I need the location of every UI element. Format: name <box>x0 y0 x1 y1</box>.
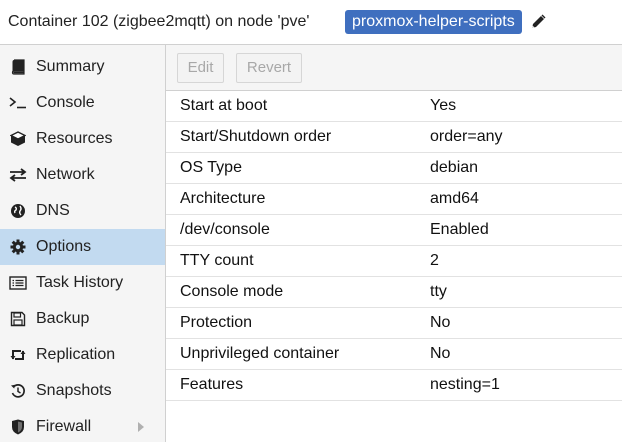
page-header: Container 102 (zigbee2mqtt) on node 'pve… <box>0 0 622 45</box>
shield-icon <box>9 419 27 435</box>
book-icon <box>9 59 27 75</box>
expand-arrow-icon[interactable] <box>138 422 144 432</box>
revert-button[interactable]: Revert <box>236 53 302 83</box>
option-value: Enabled <box>430 221 489 238</box>
sidebar-item-console[interactable]: Console <box>0 85 165 121</box>
option-value: amd64 <box>430 190 479 207</box>
option-row-features[interactable]: Features nesting=1 <box>166 370 622 401</box>
sidebar-item-snapshots[interactable]: Snapshots <box>0 373 165 409</box>
cube-icon <box>9 131 27 147</box>
toolbar: Edit Revert <box>166 45 622 91</box>
option-key: Unprivileged container <box>180 345 340 362</box>
gear-icon <box>9 239 27 255</box>
page-title: Container 102 (zigbee2mqtt) on node 'pve… <box>8 13 310 30</box>
option-value: nesting=1 <box>430 376 500 393</box>
option-value: No <box>430 345 451 362</box>
option-row-dev-console[interactable]: /dev/console Enabled <box>166 215 622 246</box>
sidebar-item-label: Replication <box>36 346 116 363</box>
sidebar-item-firewall[interactable]: Firewall <box>0 409 165 442</box>
sidebar-item-label: DNS <box>36 202 70 219</box>
history-icon <box>9 383 27 399</box>
sidebar-item-replication[interactable]: Replication <box>0 337 165 373</box>
option-value: No <box>430 314 451 331</box>
option-key: TTY count <box>180 252 254 269</box>
option-value: Yes <box>430 97 457 114</box>
pencil-icon[interactable] <box>529 13 547 31</box>
option-row-start-shutdown-order[interactable]: Start/Shutdown order order=any <box>166 122 622 153</box>
sidebar-item-resources[interactable]: Resources <box>0 121 165 157</box>
sidebar-item-label: Firewall <box>36 418 92 435</box>
list-icon <box>9 275 27 291</box>
sidebar-item-backup[interactable]: Backup <box>0 301 165 337</box>
sidebar-item-network[interactable]: Network <box>0 157 165 193</box>
sidebar-item-label: Summary <box>36 58 105 75</box>
floppy-disk-icon <box>9 311 27 327</box>
tag-badge[interactable]: proxmox-helper-scripts <box>345 10 522 34</box>
exchange-icon <box>9 167 27 183</box>
option-key: Start/Shutdown order <box>180 128 332 145</box>
option-value: order=any <box>430 128 503 145</box>
terminal-icon <box>9 95 27 111</box>
option-value: 2 <box>430 252 439 269</box>
option-key: OS Type <box>180 159 242 176</box>
sidebar-item-label: Options <box>36 238 92 255</box>
sidebar-item-label: Backup <box>36 310 90 327</box>
option-key: /dev/console <box>180 221 270 238</box>
sidebar-item-summary[interactable]: Summary <box>0 49 165 85</box>
option-value: tty <box>430 283 447 300</box>
option-row-console-mode[interactable]: Console mode tty <box>166 277 622 308</box>
option-key: Features <box>180 376 244 393</box>
option-key: Protection <box>180 314 253 331</box>
edit-button[interactable]: Edit <box>177 53 224 83</box>
globe-icon <box>9 203 27 219</box>
sidebar-item-label: Console <box>36 94 95 111</box>
option-row-architecture[interactable]: Architecture amd64 <box>166 184 622 215</box>
sidebar-item-label: Resources <box>36 130 113 147</box>
sidebar-item-options[interactable]: Options <box>0 229 165 265</box>
option-row-tty-count[interactable]: TTY count 2 <box>166 246 622 277</box>
sidebar-item-task-history[interactable]: Task History <box>0 265 165 301</box>
sidebar-item-label: Snapshots <box>36 382 112 399</box>
sidebar-item-label: Task History <box>36 274 124 291</box>
option-row-unprivileged-container[interactable]: Unprivileged container No <box>166 339 622 370</box>
sidebar-item-label: Network <box>36 166 95 183</box>
retweet-icon <box>9 347 27 363</box>
sidebar-item-dns[interactable]: DNS <box>0 193 165 229</box>
option-key: Start at boot <box>180 97 268 114</box>
option-value: debian <box>430 159 479 176</box>
sidebar: Summary Console Resources Network DNS Op… <box>0 45 166 442</box>
option-key: Console mode <box>180 283 284 300</box>
options-panel: Edit Revert Start at boot Yes Start/Shut… <box>166 45 622 442</box>
option-row-os-type[interactable]: OS Type debian <box>166 153 622 184</box>
options-grid: Start at boot Yes Start/Shutdown order o… <box>166 91 622 401</box>
option-row-protection[interactable]: Protection No <box>166 308 622 339</box>
option-key: Architecture <box>180 190 266 207</box>
option-row-start-at-boot[interactable]: Start at boot Yes <box>166 91 622 122</box>
